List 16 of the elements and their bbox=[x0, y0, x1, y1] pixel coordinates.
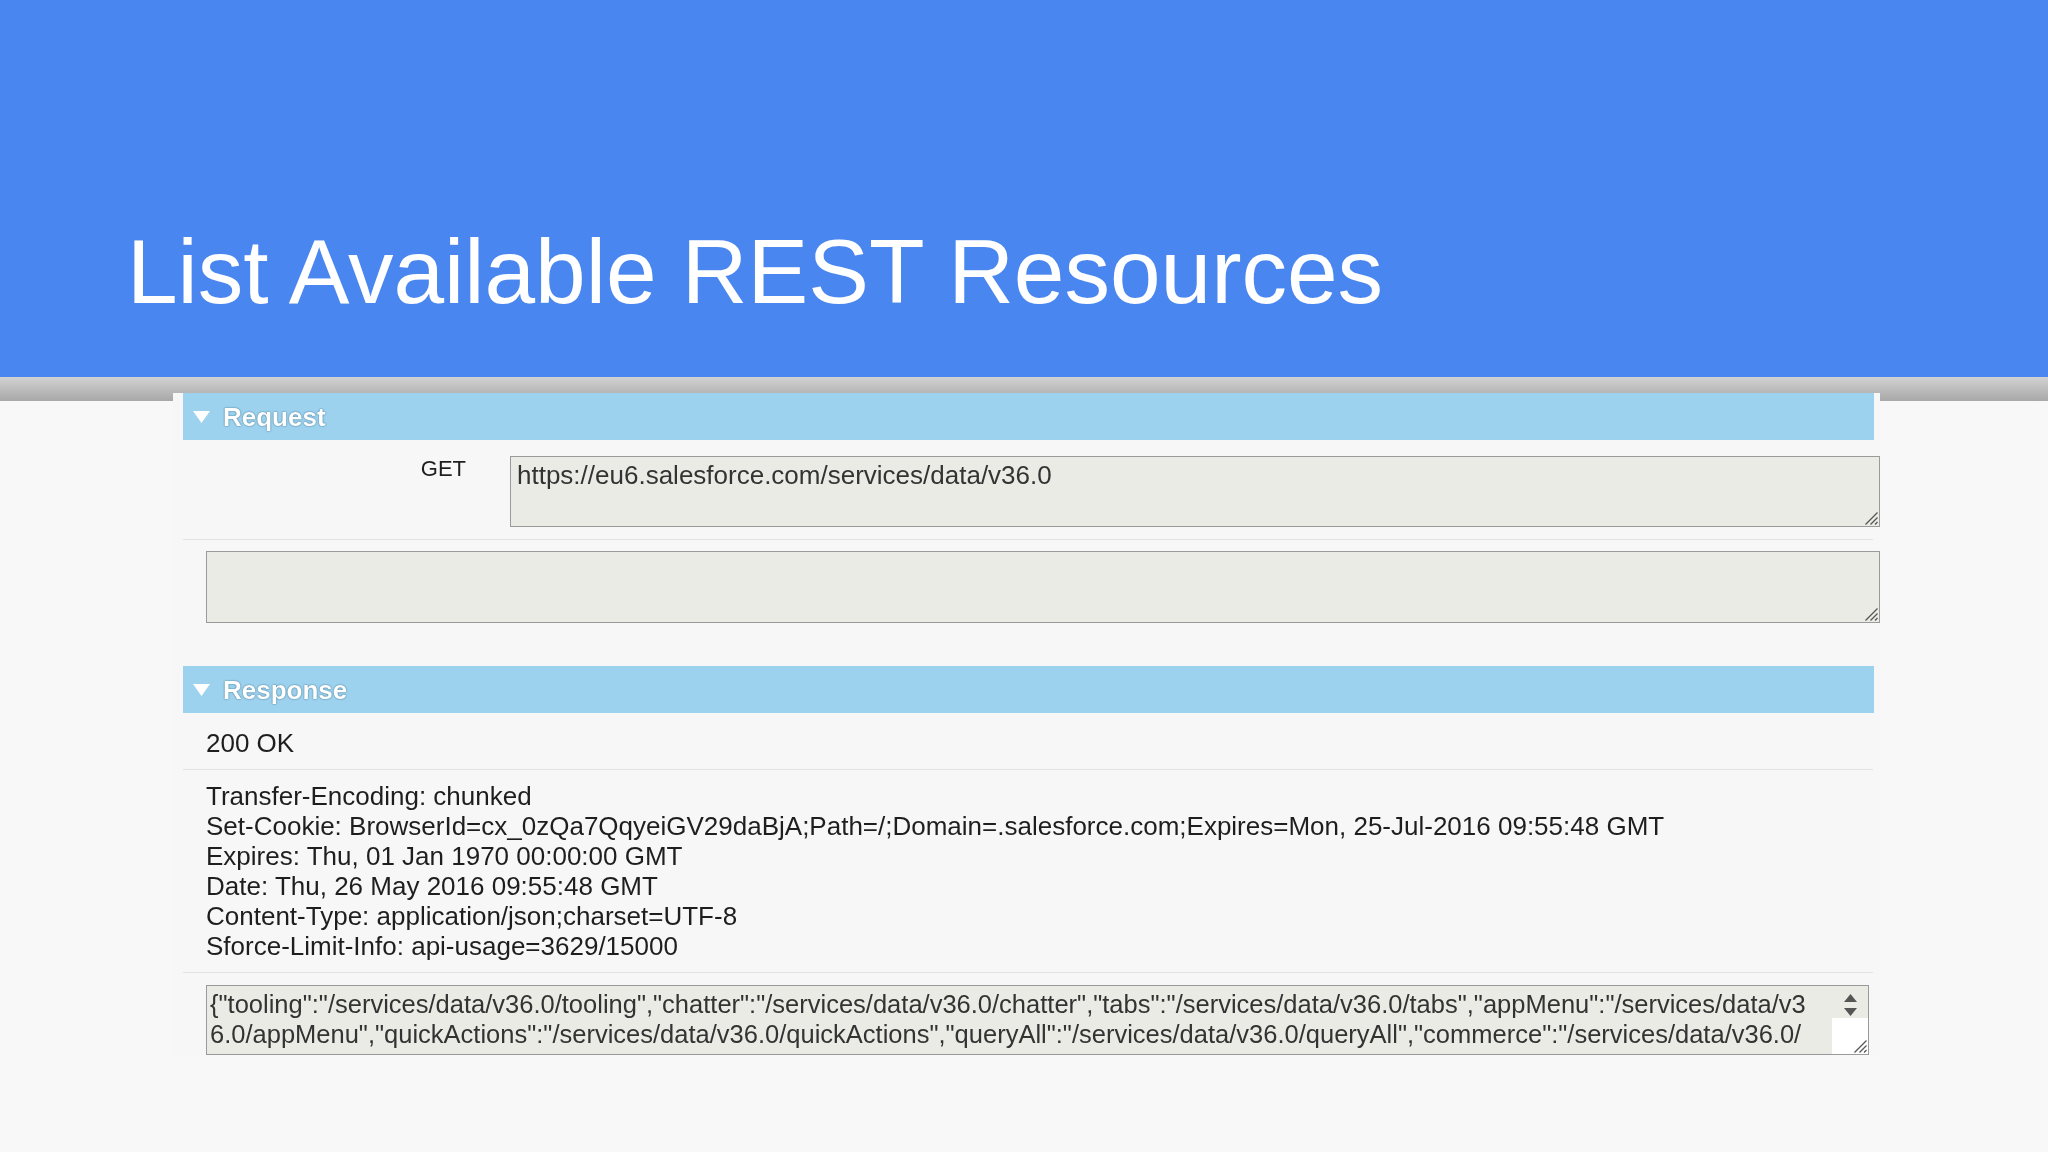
header-line: Sforce-Limit-Info: api-usage=3629/15000 bbox=[206, 931, 679, 961]
response-body-field[interactable]: {"tooling":"/services/data/v36.0/tooling","chatter":"/services/data/v36.0/chatter","tabs":"/services/data/v36.0/tabs","appMenu":"/services/data/v3 6.0/appMenu","quickActions":"/services/data/v36.0/quickActions","queryAll":"/services/data/v36.0/queryAll","commerce":"/services/data/v36.0/ bbox=[206, 985, 1869, 1055]
header-line: Set-Cookie: BrowserId=cx_0zQa7QqyeiGV29daBjA;Path=/;Domain=.salesforce.com;Expires=Mon, 25-Jul-2016 09:55:48 GMT bbox=[206, 811, 1666, 841]
header-line: Date: Thu, 26 May 2016 09:55:48 GMT bbox=[206, 871, 659, 901]
request-body-field[interactable] bbox=[206, 551, 1880, 623]
resize-grip-icon bbox=[1854, 1040, 1867, 1053]
resize-grip-icon bbox=[1865, 608, 1878, 621]
method-label: GET bbox=[419, 456, 466, 482]
status-text: 200 OK bbox=[205, 727, 296, 760]
scroll-arrows-icon bbox=[1843, 994, 1857, 1016]
resize-grip-icon bbox=[1865, 512, 1878, 525]
url-field[interactable]: https://eu6.salesforce.com/services/data/v36.0 bbox=[510, 456, 1880, 527]
header-line: Transfer-Encoding: chunked bbox=[206, 781, 533, 811]
header-line: Expires: Thu, 01 Jan 1970 00:00:00 GMT bbox=[206, 841, 684, 871]
slide-title: List Available REST Resources bbox=[127, 226, 1384, 317]
header-line: Content-Type: application/json;charset=UTF-8 bbox=[206, 901, 739, 931]
